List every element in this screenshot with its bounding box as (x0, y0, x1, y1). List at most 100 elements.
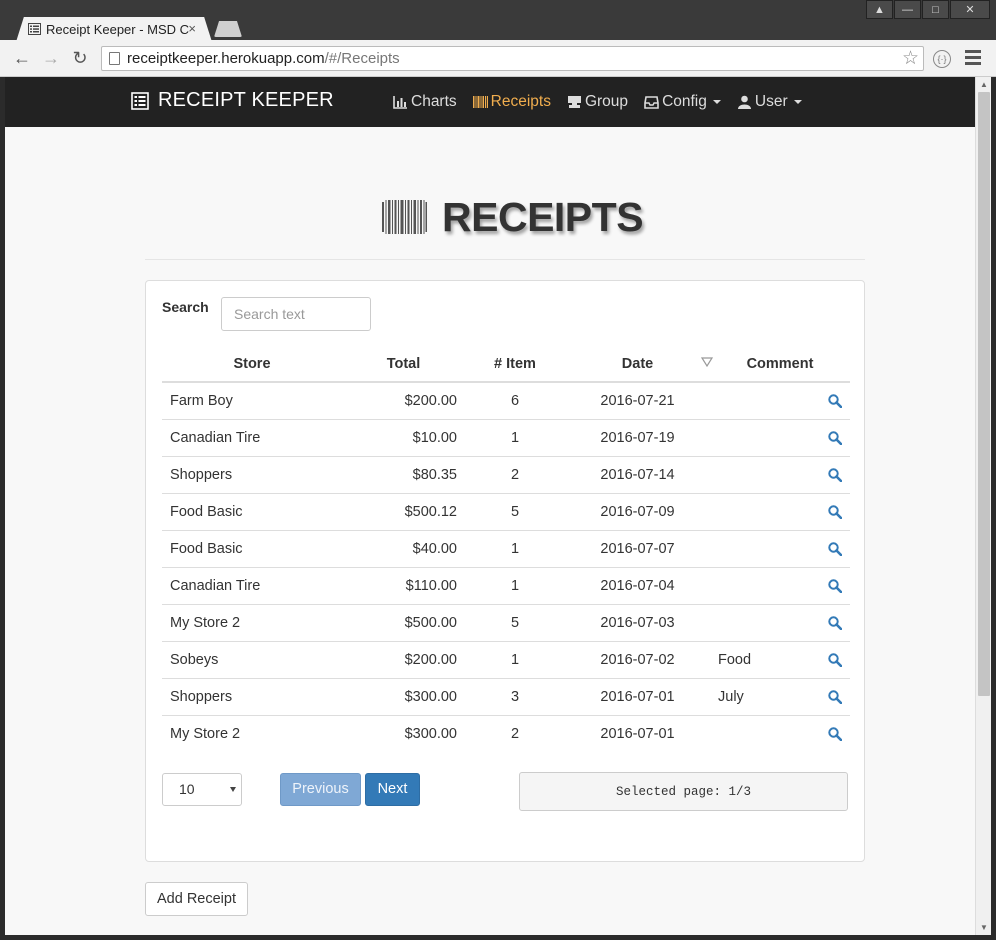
list-icon (28, 23, 41, 35)
next-button[interactable]: Next (365, 773, 420, 806)
table-row: Sobeys $200.00 1 2016-07-02 Food (162, 640, 850, 678)
cell-items: 3 (465, 677, 565, 715)
cell-items: 1 (465, 418, 565, 456)
column-header-store[interactable]: Store (162, 347, 342, 383)
page-status: Selected page: 1/3 (519, 772, 848, 811)
search-icon[interactable] (828, 689, 843, 704)
search-label: Search (162, 299, 209, 315)
nav-charts[interactable]: Charts (391, 77, 471, 127)
scroll-up-icon[interactable]: ▲ (980, 80, 988, 89)
search-icon[interactable] (828, 430, 843, 445)
cell-comment (710, 566, 797, 604)
search-icon[interactable] (828, 727, 843, 742)
browser-tab[interactable]: Receipt Keeper - MSD C × (16, 17, 212, 42)
cell-date: 2016-07-03 (565, 603, 710, 641)
table-header-row: Store Total # Item Date Comment (162, 347, 850, 383)
cell-view (796, 677, 850, 715)
cell-comment (710, 603, 797, 641)
brand-name: RECEIPT KEEPER (158, 89, 334, 111)
table-row: My Store 2 $300.00 2 2016-07-01 (162, 714, 850, 752)
back-icon[interactable]: ← (11, 47, 33, 69)
table-row: Food Basic $500.12 5 2016-07-09 (162, 492, 850, 530)
cell-total: $300.00 (342, 714, 465, 752)
cell-items: 2 (465, 714, 565, 752)
url-text: receiptkeeper.herokuapp.com/#/Receipts (127, 50, 400, 67)
nav-config-label: Config (662, 93, 707, 110)
cell-view (796, 640, 850, 678)
cell-store: Canadian Tire (162, 418, 342, 456)
profile-icon[interactable]: ▲ (866, 0, 893, 19)
inbox-icon (644, 96, 659, 109)
browser-menu-icon[interactable] (965, 50, 981, 66)
cell-view (797, 382, 850, 419)
column-header-items[interactable]: # Item (465, 347, 565, 383)
tab-title: Receipt Keeper - MSD C (46, 22, 190, 37)
close-window-icon[interactable]: ✕ (950, 0, 990, 19)
cell-view (796, 529, 850, 567)
column-header-total[interactable]: Total (342, 347, 465, 383)
cell-view (796, 603, 850, 641)
scrollbar-thumb[interactable] (978, 92, 990, 696)
list-icon (131, 91, 149, 110)
previous-button[interactable]: Previous (280, 773, 361, 806)
cell-view (796, 566, 850, 604)
page-title: RECEIPTS (442, 194, 644, 240)
cell-items: 1 (465, 529, 565, 567)
cell-date: 2016-07-21 (600, 392, 675, 409)
receipts-panel: Search Store Total # Item Date Comment F… (145, 280, 865, 862)
cell-comment (710, 455, 797, 493)
nav-links: Charts Receipts Group Config User (391, 77, 816, 127)
bookmark-star-icon[interactable]: ☆ (902, 47, 919, 70)
nav-user[interactable]: User (735, 77, 816, 127)
minimize-icon[interactable]: — (894, 0, 921, 19)
window-controls: ▲ — □ ✕ (865, 0, 990, 19)
search-icon[interactable] (828, 578, 843, 593)
cell-total: $300.00 (342, 677, 465, 715)
search-icon[interactable] (828, 504, 843, 519)
cell-store: Shoppers (162, 677, 342, 715)
cell-date: 2016-07-19 (565, 418, 710, 456)
search-icon[interactable] (828, 541, 843, 556)
search-icon[interactable] (828, 467, 843, 482)
reload-icon[interactable]: ↻ (69, 47, 91, 69)
scroll-down-icon[interactable]: ▼ (980, 923, 988, 932)
cell-items: 5 (465, 603, 565, 641)
chevron-down-icon (793, 100, 802, 104)
search-icon[interactable] (828, 652, 843, 667)
cell-items: 1 (465, 640, 565, 678)
cell-date: 2016-07-07 (565, 529, 710, 567)
cell-date: 2016-07-02 (565, 640, 710, 678)
search-icon[interactable] (828, 615, 843, 630)
cell-comment (710, 382, 797, 419)
cell-comment: Food (710, 640, 797, 678)
new-tab-button[interactable] (214, 21, 242, 37)
forward-icon[interactable]: → (40, 47, 62, 69)
vertical-scrollbar[interactable]: ▲ ▼ (975, 77, 991, 935)
nav-receipts-label: Receipts (490, 93, 551, 110)
add-receipt-button[interactable]: Add Receipt (145, 882, 248, 916)
nav-group[interactable]: Group (565, 77, 642, 127)
browser-toolbar: ← → ↻ receiptkeeper.herokuapp.com/#/Rece… (0, 40, 996, 77)
address-bar[interactable]: receiptkeeper.herokuapp.com/#/Receipts ☆ (101, 46, 924, 71)
cell-total: $500.12 (342, 492, 465, 530)
cell-date: 2016-07-04 (565, 566, 710, 604)
nav-receipts[interactable]: Receipts (471, 77, 565, 127)
cell-items: 2 (465, 455, 565, 493)
app-navbar: RECEIPT KEEPER Charts Receipts Group Con… (5, 77, 975, 127)
page-size-select[interactable]: 10 (162, 773, 242, 806)
search-input[interactable] (221, 297, 371, 331)
cell-date: 2016-07-14 (565, 455, 710, 493)
maximize-icon[interactable]: □ (922, 0, 949, 19)
column-header-date[interactable]: Date (565, 347, 710, 383)
tab-close-icon[interactable]: × (188, 21, 196, 36)
table-row: Canadian Tire $10.00 1 2016-07-19 (162, 418, 850, 456)
brand-link[interactable]: RECEIPT KEEPER (131, 89, 334, 112)
cell-total: $110.00 (342, 566, 465, 604)
table-row: Shoppers $80.35 2 2016-07-14 (162, 455, 850, 493)
column-header-comment[interactable]: Comment (710, 347, 850, 383)
extension-icon[interactable]: {·} (933, 50, 951, 68)
table-row: Farm Boy $200.00 6 2016-07-21 (162, 382, 850, 419)
search-icon[interactable] (828, 394, 843, 409)
nav-config[interactable]: Config (642, 77, 735, 127)
cell-items: 1 (465, 566, 565, 604)
